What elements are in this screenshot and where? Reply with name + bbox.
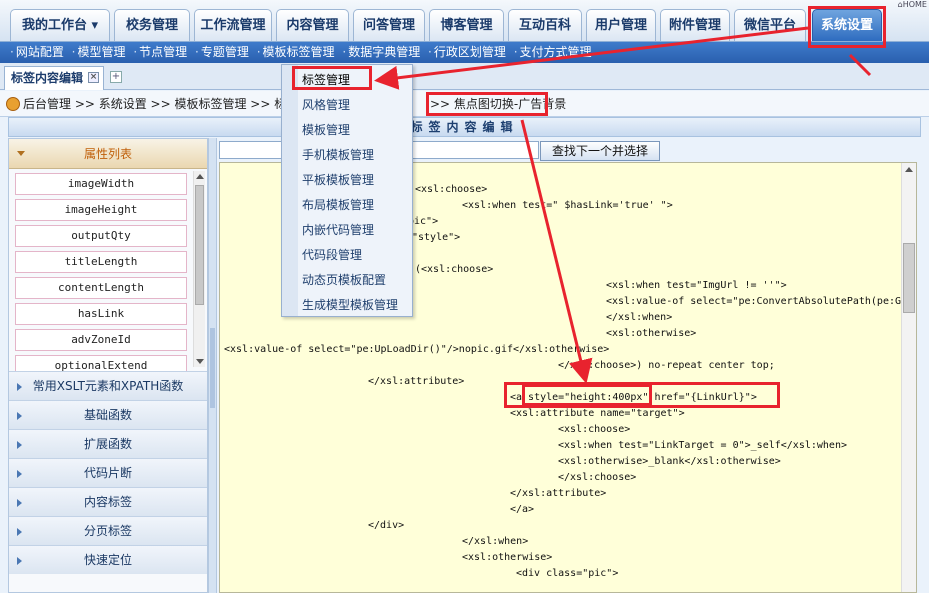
submenu-template-tag[interactable]: 模板标签管理 xyxy=(263,45,335,59)
submenu-site-config[interactable]: 网站配置 xyxy=(16,45,64,59)
chevron-right-icon xyxy=(17,499,22,507)
tab-content[interactable]: 内容管理 xyxy=(276,9,349,41)
menu-item-template-manage[interactable]: 模板管理 xyxy=(302,118,410,142)
attribute-item[interactable]: imageHeight xyxy=(15,199,187,221)
chevron-right-icon xyxy=(17,557,22,565)
annotation-box-system-settings xyxy=(808,6,886,48)
tab-workflow[interactable]: 工作流管理 xyxy=(194,9,272,41)
menu-item-style-manage[interactable]: 风格管理 xyxy=(302,93,410,117)
section-content-tags[interactable]: 内容标签 xyxy=(9,487,207,516)
chevron-right-icon xyxy=(17,441,22,449)
menu-item-dynamic-page[interactable]: 动态页模板配置 xyxy=(302,268,410,292)
section-paging-tags[interactable]: 分页标签 xyxy=(9,516,207,545)
close-icon[interactable]: × xyxy=(88,72,99,83)
tab-qa[interactable]: 问答管理 xyxy=(353,9,425,41)
home-icon xyxy=(6,97,20,111)
code-line: </div> xyxy=(368,520,405,531)
section-basic-functions[interactable]: 基础函数 xyxy=(9,400,207,429)
chevron-right-icon xyxy=(17,412,22,420)
attribute-list: imageWidth imageHeight outputQty titleLe… xyxy=(9,169,207,371)
submenu-region[interactable]: 行政区划管理 xyxy=(434,45,506,59)
tab-wiki[interactable]: 互动百科 xyxy=(508,9,582,41)
submenu-node[interactable]: 节点管理 xyxy=(139,45,187,59)
code-line: <div class="pic"> xyxy=(516,568,619,579)
left-panel: 属性列表 imageWidth imageHeight outputQty ti… xyxy=(8,138,208,593)
find-next-button[interactable]: 查找下一个并选择 xyxy=(540,141,660,161)
doc-tab-tag-edit[interactable]: 标签内容编辑 × xyxy=(4,66,104,90)
attribute-item[interactable]: optionalExtend xyxy=(15,355,187,371)
code-line: <xsl:attribute name="target"> xyxy=(510,408,685,419)
top-nav-bar: 我的工作台 ▾ 校务管理 工作流管理 内容管理 问答管理 博客管理 互动百科 用… xyxy=(0,0,929,42)
attribute-item[interactable]: advZoneId xyxy=(15,329,187,351)
scroll-down-icon[interactable] xyxy=(196,359,204,364)
attribute-item[interactable]: outputQty xyxy=(15,225,187,247)
menu-item-embed-code[interactable]: 内嵌代码管理 xyxy=(302,218,410,242)
menu-item-tablet-template[interactable]: 平板模板管理 xyxy=(302,168,410,192)
menu-item-generate-model[interactable]: 生成模型模板管理 xyxy=(302,293,410,317)
code-line: (<xsl:choose> xyxy=(415,264,494,275)
tab-my-workbench[interactable]: 我的工作台 ▾ xyxy=(10,9,110,41)
home-link[interactable]: ⌂HOME xyxy=(898,0,927,9)
code-line: <xsl:when test="ImgUrl != ''"> xyxy=(606,280,787,291)
code-line: <xsl:otherwise>_blank</xsl:otherwise> xyxy=(558,456,781,467)
document-tab-strip: 标签内容编辑 × + xyxy=(0,63,929,90)
code-line: </xsl:attribute> xyxy=(368,376,465,387)
code-line: </xsl:choose> xyxy=(558,472,637,483)
sub-menu-bar: · 网站配置 · 模型管理 · 节点管理 · 专题管理 · 模板标签管理 · 数据字典管理 … xyxy=(0,42,929,63)
code-line: </xsl:when> xyxy=(606,312,673,323)
tab-school-affairs[interactable]: 校务管理 xyxy=(114,9,190,41)
submenu-payment[interactable]: 支付方式管理 xyxy=(520,45,592,59)
panel-splitter[interactable] xyxy=(208,138,217,593)
chevron-right-icon xyxy=(17,383,22,391)
chevron-right-icon xyxy=(17,528,22,536)
scroll-up-icon[interactable] xyxy=(196,174,204,179)
tab-wechat[interactable]: 微信平台 xyxy=(734,9,806,41)
section-extended-functions[interactable]: 扩展函数 xyxy=(9,429,207,458)
submenu-dictionary[interactable]: 数据字典管理 xyxy=(348,45,420,59)
chevron-right-icon xyxy=(17,470,22,478)
submenu-topic[interactable]: 专题管理 xyxy=(201,45,249,59)
submenu-model[interactable]: 模型管理 xyxy=(78,45,126,59)
code-line: </xsl:attribute> xyxy=(510,488,607,499)
menu-item-layout-template[interactable]: 布局模板管理 xyxy=(302,193,410,217)
tab-attachments[interactable]: 附件管理 xyxy=(660,9,730,41)
code-line: <xsl:otherwise> xyxy=(462,552,553,563)
scroll-up-icon[interactable] xyxy=(905,167,913,172)
annotation-box-breadcrumb xyxy=(426,92,548,116)
section-code-snippets[interactable]: 代码片断 xyxy=(9,458,207,487)
code-line: <xsl:value-of select="pe:ConvertAbsolute… xyxy=(606,296,902,307)
code-line: </a> xyxy=(510,504,535,515)
tab-users[interactable]: 用户管理 xyxy=(586,9,656,41)
code-line: </xsl:choose>) no-repeat center top; xyxy=(558,360,775,371)
code-line: <xsl:choose> xyxy=(415,184,488,195)
annotation-box-tag-manage xyxy=(292,66,372,90)
chevron-down-icon xyxy=(17,151,25,156)
template-tag-dropdown: 标签管理 风格管理 模板管理 手机模板管理 平板模板管理 布局模板管理 内嵌代码… xyxy=(281,64,413,317)
attribute-item[interactable]: hasLink xyxy=(15,303,187,325)
section-quick-locate[interactable]: 快速定位 xyxy=(9,545,207,574)
attribute-item[interactable]: titleLength xyxy=(15,251,187,273)
breadcrumb-path[interactable]: 后台管理 >> 系统设置 >> 模板标签管理 >> 标签 xyxy=(23,91,298,117)
code-line: <xsl:when test=" $hasLink='true' "> xyxy=(462,200,673,211)
code-line: <xsl:otherwise> xyxy=(606,328,697,339)
tab-blog[interactable]: 博客管理 xyxy=(429,9,504,41)
code-line: <xsl:choose> xyxy=(558,424,631,435)
section-xslt[interactable]: 常用XSLT元素和XPATH函数 xyxy=(9,371,207,400)
attribute-item[interactable]: imageWidth xyxy=(15,173,187,195)
code-line: </xsl:when> xyxy=(462,536,529,547)
annotation-box-style-attr xyxy=(522,384,652,406)
editor-scrollbar[interactable] xyxy=(901,163,916,592)
content-header: 标签内容编辑 xyxy=(8,117,921,137)
attribute-scrollbar[interactable] xyxy=(193,171,205,367)
code-line: "style"> xyxy=(412,232,461,243)
menu-item-code-snippet[interactable]: 代码段管理 xyxy=(302,243,410,267)
attribute-list-header[interactable]: 属性列表 xyxy=(9,139,207,169)
menu-item-mobile-template[interactable]: 手机模板管理 xyxy=(302,143,410,167)
attribute-item[interactable]: contentLength xyxy=(15,277,187,299)
add-tab-icon[interactable]: + xyxy=(110,71,122,83)
code-line: <xsl:when test="LinkTarget = 0">_self</x… xyxy=(558,440,847,451)
code-line: <xsl:value-of select="pe:UpLoadDir()"/>n… xyxy=(224,344,610,355)
